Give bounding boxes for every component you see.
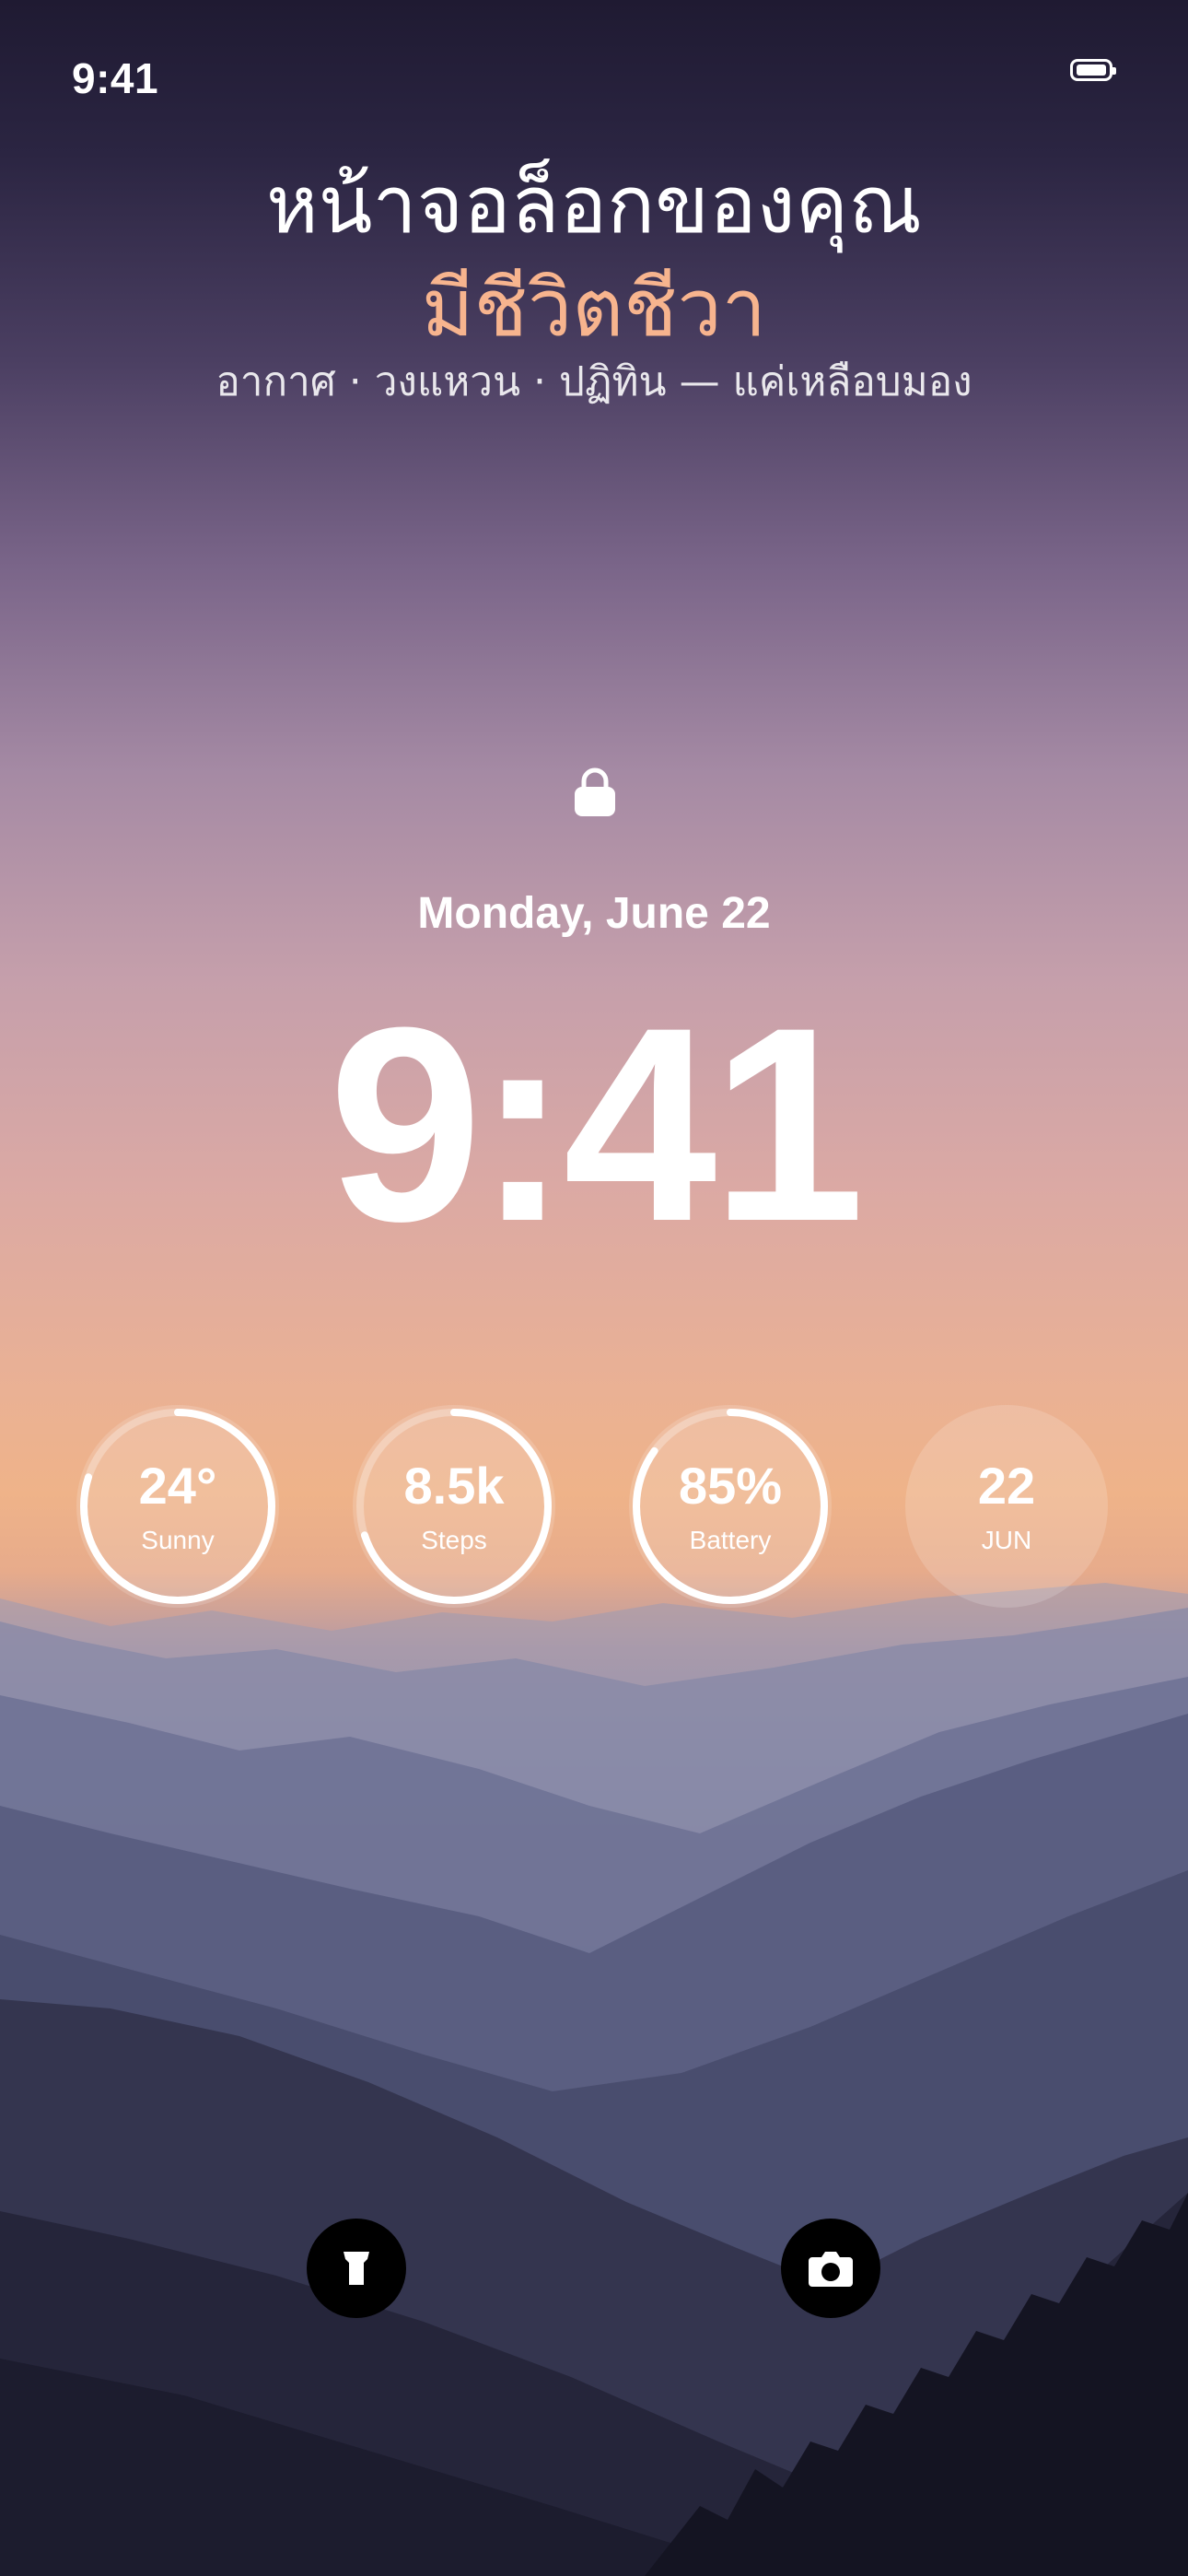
weather-widget[interactable]: 24° Sunny <box>76 1405 279 1608</box>
steps-widget[interactable]: 8.5k Steps <box>353 1405 555 1608</box>
steps-value: 8.5k <box>403 1457 505 1515</box>
battery-widget[interactable]: 85% Battery <box>629 1405 832 1608</box>
lock-screen-date: Monday, June 22 <box>417 889 771 938</box>
lock-icon <box>575 767 615 816</box>
camera-button[interactable] <box>781 2219 880 2318</box>
lock-screen-clock: 9:41 <box>328 969 865 1279</box>
battery-percentage: 85% <box>678 1457 783 1515</box>
promo-headline-accent: มีชีวิตชีวา <box>421 263 767 355</box>
battery-label: Battery <box>689 1526 772 1554</box>
weather-temperature: 24° <box>138 1457 217 1515</box>
battery-full-icon <box>1070 59 1116 81</box>
status-bar-time: 9:41 <box>72 54 159 102</box>
flashlight-button[interactable] <box>307 2219 406 2318</box>
weather-condition: Sunny <box>141 1526 215 1554</box>
steps-label: Steps <box>421 1526 487 1554</box>
camera-icon <box>809 2252 853 2287</box>
flashlight-icon <box>344 2252 369 2285</box>
calendar-day: 22 <box>977 1457 1036 1515</box>
lock-screen: 9:41 หน้าจอล็อกของคุณ มีชีวิตชีวา อากาศ … <box>0 0 1188 2576</box>
promo-headline: หน้าจอล็อกของคุณ <box>266 159 922 252</box>
calendar-month: JUN <box>981 1526 1032 1554</box>
promo-subline: อากาศ · วงแหวน · ปฏิทิน — แค่เหลือบมอง <box>215 358 973 405</box>
calendar-widget[interactable]: 22 JUN <box>905 1405 1108 1608</box>
